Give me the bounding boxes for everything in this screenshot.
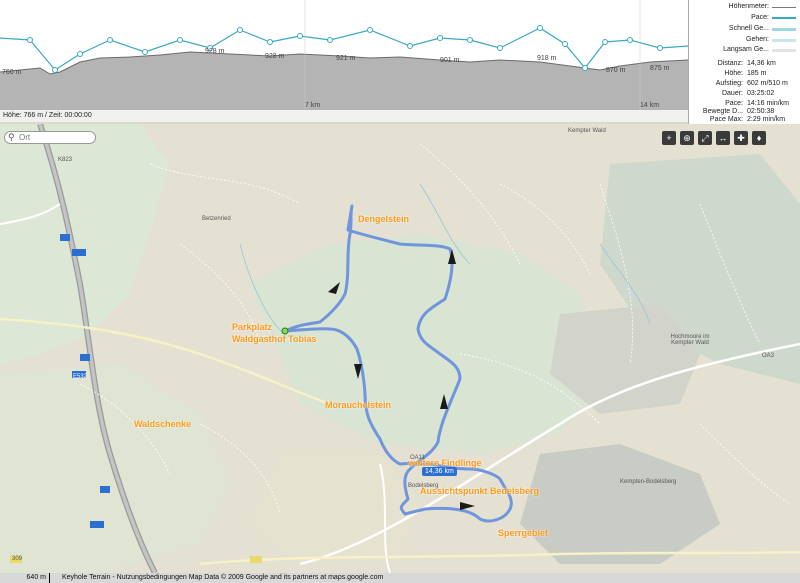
legend-fast[interactable]: Schnell Ge... [729,25,796,33]
stat-pace-max: Pace Max: 2:29 min/km [709,116,786,123]
elev-label: 928 m [265,53,285,60]
elev-label: 928 m [205,48,225,55]
poi-dengelstein[interactable]: Dengelstein [358,214,409,224]
elev-label: 901 m [440,57,460,64]
map-toolbar: + ⊕ ⤢ ↔ ✚ ♦ [662,131,766,145]
place-label: OA3 [762,353,775,359]
scale-bar: 640 m [0,573,50,583]
fullscreen-button[interactable]: ⤢ [698,131,712,145]
place-label: E532 [73,374,88,380]
map-terrain [0,124,800,573]
place-label: K823 [58,157,73,163]
elevation-chart: 766 m 928 m 928 m 921 m 901 m 918 m 870 … [0,0,689,110]
legend-walk[interactable]: Gehen: [746,36,796,44]
poi-parking[interactable]: Parkplatz [232,322,272,332]
poi-morauchelstein[interactable]: Morauchelstein [325,400,391,410]
poi-sperrgebiet[interactable]: Sperrgebiet [498,528,548,538]
legend-slow[interactable]: Langsam Ge... [723,46,796,54]
measure-button[interactable]: ↔ [716,131,730,145]
search-input[interactable]: ⚲ Ort [4,131,96,144]
poi-waldschenke[interactable]: Waldschenke [134,419,191,429]
place-label: 309 [12,556,23,562]
zoom-in-button[interactable]: + [662,131,676,145]
stat-ascent: Aufstieg: 602 m/510 m [715,80,788,87]
poi-aussichtspunkt[interactable]: Aussichtspunkt Bedelsberg [420,486,539,496]
search-icon: ⚲ [8,132,15,142]
km-label: 14 km [640,102,659,109]
layer-button[interactable]: ♦ [752,131,766,145]
legend-swatch [772,6,796,8]
legend-swatch [772,48,796,52]
map-canvas[interactable]: Kempter Wald Betzenried Hochmoore im Kem… [0,124,800,573]
place-label: Kempten-Bodelsberg [620,479,677,485]
stats-panel: Höhenmeter: Pace: Schnell Ge... Gehen: L… [688,0,800,124]
elev-label: 870 m [606,67,626,74]
stat-moving-duration: Bewegte D... 02:50:38 [702,108,775,115]
place-label: Hochmoore im Kempter Wald [670,334,710,346]
elev-label: 875 m [650,65,670,72]
center-button[interactable]: ⊕ [680,131,694,145]
legend-swatch [772,17,796,19]
walker-button[interactable]: ✚ [734,131,748,145]
elev-label: 918 m [537,55,557,62]
legend-label: Schnell Ge... [728,25,769,32]
stat-duration: Dauer: 03:25:02 [721,90,775,97]
map-footer: 640 m Keyhole Terrain - Nutzungsbedingun… [0,573,800,583]
elevation-profile[interactable]: 766 m 928 m 928 m 921 m 901 m 918 m 870 … [0,0,689,111]
legend-swatch [772,27,796,31]
elev-label: 921 m [336,55,356,62]
place-label: Betzenried [202,216,231,222]
legend-label: Gehen: [746,36,769,43]
legend-swatch [772,38,796,42]
legend-label: Höhenmeter: [728,3,769,10]
stat-height: Höhe: 185 m [724,70,767,77]
legend-elevation[interactable]: Höhenmeter: [729,3,796,11]
search-placeholder: Ort [19,133,31,142]
legend-label: Pace: [751,14,769,21]
elev-label: 766 m [2,69,22,76]
place-label: Kempter Wald [568,128,606,134]
legend-pace[interactable]: Pace: [751,14,796,22]
distance-badge: 14,36 km [422,467,457,476]
stat-pace: Pace: 14:16 min/km [725,100,790,107]
km-label: 7 km [305,102,320,109]
legend-label: Langsam Ge... [723,46,769,53]
poi-waldgasthof[interactable]: Waldgasthof Tobias [232,334,317,344]
attribution: Keyhole Terrain - Nutzungsbedingungen Ma… [61,574,384,581]
elevation-readout: Höhe: 766 m / Zeit: 00:00:00 [0,110,688,122]
stat-distance: Distanz: 14,36 km [717,60,776,67]
